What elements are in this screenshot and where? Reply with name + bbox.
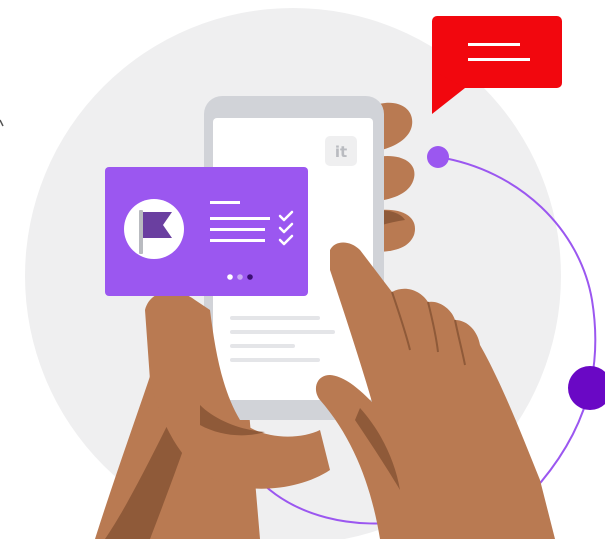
pager-dot-2[interactable] (237, 274, 243, 280)
pager-dot-1[interactable] (227, 274, 233, 280)
screen-line-2 (230, 330, 335, 334)
screen-line-3 (230, 344, 295, 348)
screen-line-4 (230, 358, 320, 362)
card-line-4 (210, 239, 265, 242)
app-logo-text: it (335, 143, 347, 161)
card-line-3 (210, 228, 265, 231)
card-line-1 (210, 201, 240, 204)
screen-line-1 (230, 316, 320, 320)
orbit-dot-large (568, 366, 605, 410)
pager-dots (227, 274, 253, 280)
decorative-tick (0, 119, 4, 127)
pager-dot-3[interactable] (247, 274, 253, 280)
orbit-dot-small (427, 146, 449, 168)
illustration: it (0, 8, 605, 539)
card-line-2 (210, 217, 270, 220)
